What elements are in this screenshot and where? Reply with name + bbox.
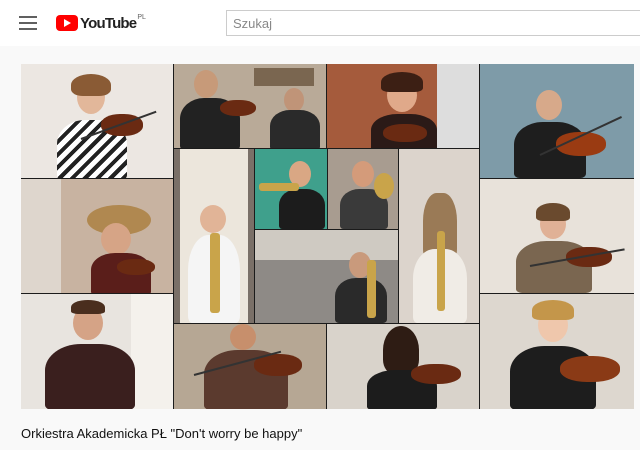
video-tile	[480, 64, 634, 178]
top-bar: YouTube PL	[0, 0, 640, 46]
search-input[interactable]	[226, 10, 640, 36]
video-tile	[255, 230, 398, 323]
video-tile	[328, 149, 398, 229]
video-tile	[327, 64, 479, 148]
video-tile	[327, 324, 479, 409]
video-tile	[21, 64, 173, 178]
video-player[interactable]	[21, 64, 634, 409]
hamburger-menu-icon[interactable]	[19, 16, 37, 30]
video-title[interactable]: Orkiestra Akademicka PŁ "Don't worry be …	[21, 426, 302, 441]
video-tile	[255, 149, 327, 229]
video-tile	[399, 149, 479, 323]
video-tile	[174, 324, 326, 409]
youtube-logo[interactable]: YouTube PL	[56, 13, 146, 33]
video-tile	[174, 64, 326, 148]
youtube-play-icon	[56, 15, 78, 31]
video-tile	[480, 294, 634, 409]
logo-text: YouTube	[80, 14, 137, 32]
video-tile	[21, 179, 173, 293]
video-tile	[21, 294, 173, 409]
video-tile	[174, 149, 254, 323]
video-tile	[480, 179, 634, 293]
logo-country-code: PL	[137, 14, 146, 21]
